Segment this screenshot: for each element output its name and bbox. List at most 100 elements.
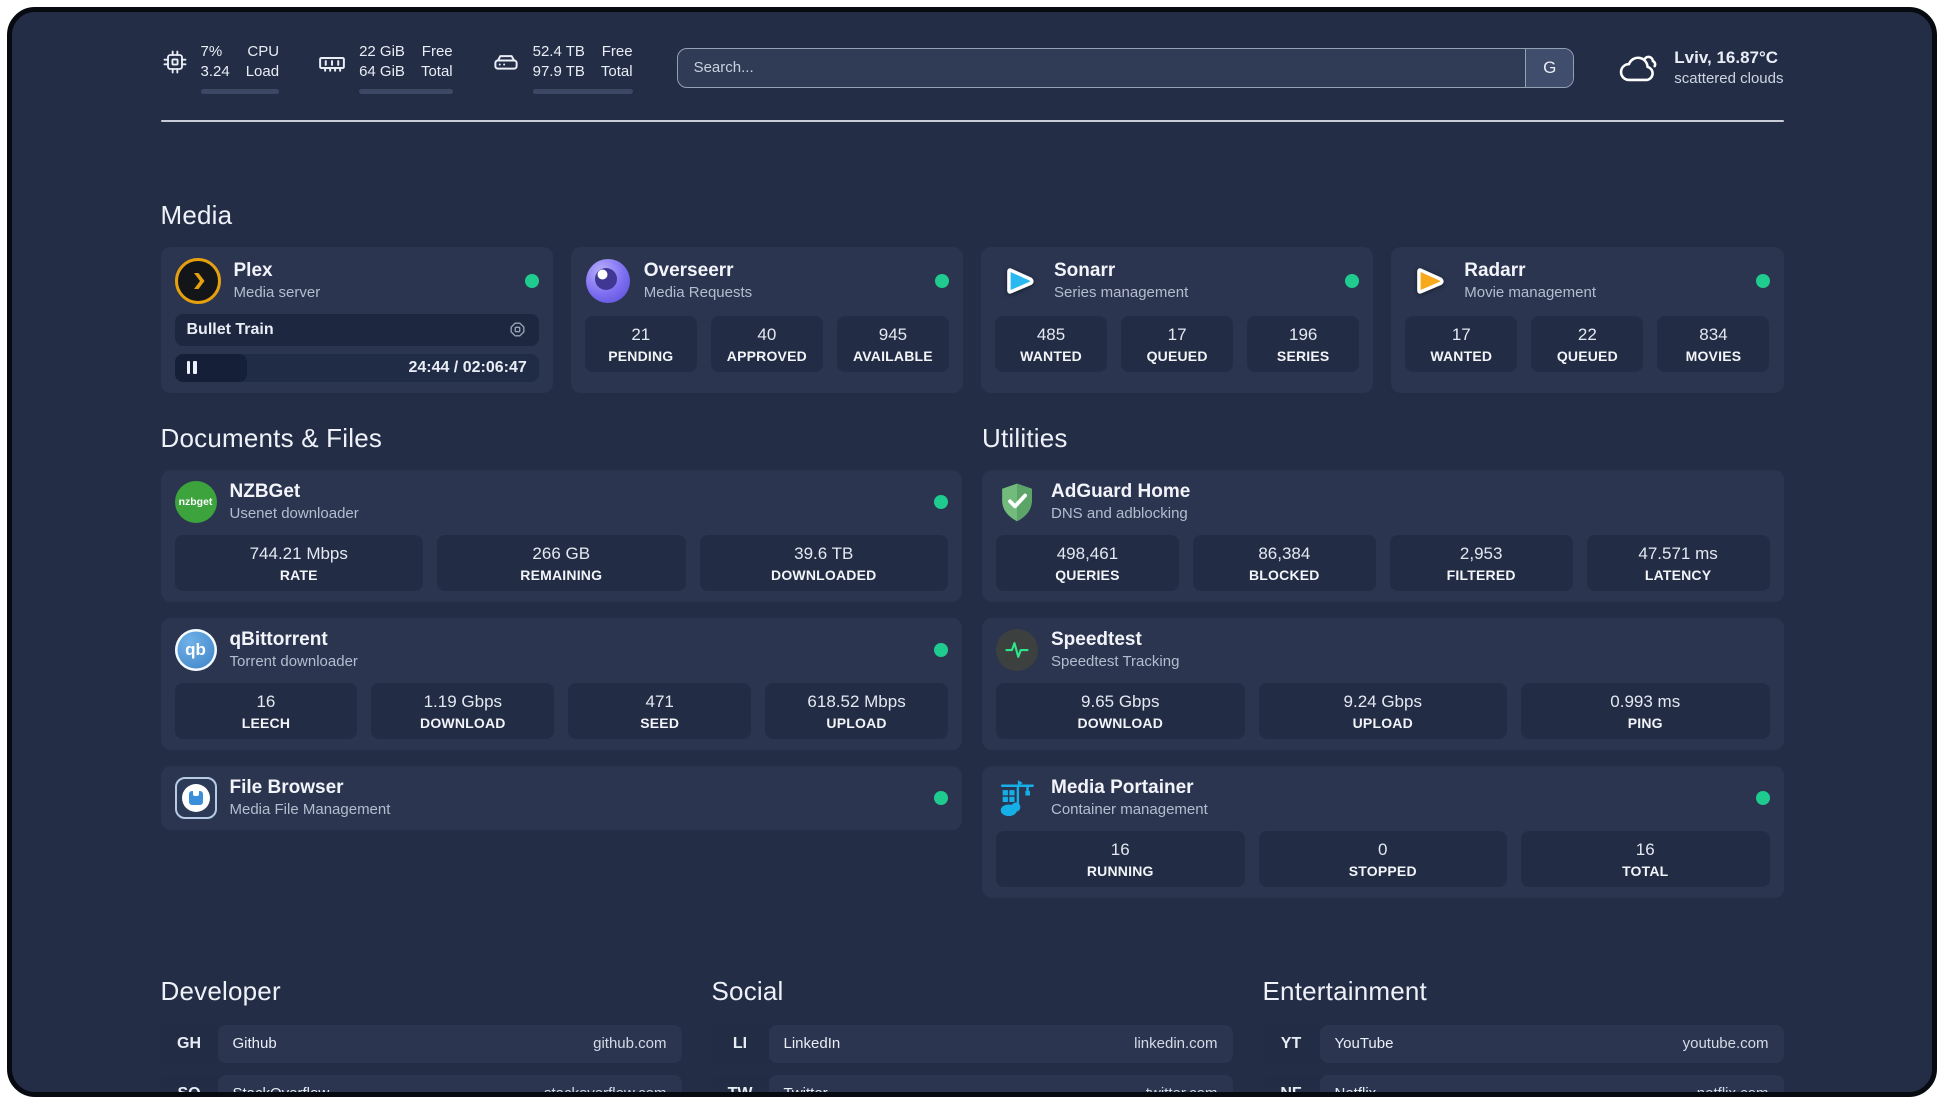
ram-free-value: 22 GiB — [359, 43, 405, 60]
cpu-usage-value: 7% — [200, 43, 223, 60]
nzbget-icon: nzbget — [174, 480, 217, 523]
topbar: 7% 3.24 CPU Load 22 GiB 64 GiB Free Tota… — [161, 42, 1784, 94]
status-dot — [1755, 790, 1770, 805]
ram-progress-bar — [359, 88, 453, 94]
app-name: AdGuard Home — [1051, 481, 1191, 502]
weather-condition: scattered clouds — [1674, 70, 1784, 88]
app-card-adguard[interactable]: AdGuard Home DNS and adblocking 498,461 … — [982, 469, 1784, 602]
weather-location: Lviv, 16.87°C — [1674, 48, 1779, 68]
app-name: NZBGet — [229, 481, 301, 502]
ram-free-label: Free — [421, 43, 453, 60]
disk-free-label: Free — [601, 43, 633, 60]
cpu-widget: 7% 3.24 CPU Load — [161, 42, 280, 94]
search-engine-button[interactable]: G — [1525, 48, 1574, 87]
disk-free-value: 52.4 TB — [532, 43, 585, 60]
app-name: Media Portainer — [1051, 777, 1194, 798]
stat-box: 266 GB REMAINING — [437, 534, 686, 591]
app-desc: Usenet downloader — [229, 505, 359, 522]
cpu-icon — [161, 48, 189, 76]
app-desc: Media File Management — [229, 801, 391, 818]
app-desc: Container management — [1051, 801, 1208, 818]
status-dot — [524, 273, 539, 288]
filebrowser-icon — [174, 776, 217, 819]
cloud-icon — [1616, 46, 1660, 90]
section-title-developer: Developer — [160, 975, 281, 1006]
bookmark-group-entertainment: Entertainment YT YouTube youtube.com NF … — [1262, 976, 1784, 1092]
stat-box: 9.24 Gbps UPLOAD — [1258, 682, 1507, 739]
weather-widget: Lviv, 16.87°C scattered clouds — [1616, 46, 1784, 90]
bookmark-github[interactable]: GH Github github.com — [160, 1024, 682, 1063]
stat-box: 0.993 ms PING — [1521, 682, 1770, 739]
playback-elapsed — [174, 353, 248, 382]
stat-box: 1.19 Gbps DOWNLOAD — [371, 682, 555, 739]
stat-box: 22 QUEUED — [1531, 315, 1644, 372]
app-card-qbittorrent[interactable]: qb qBittorrent Torrent downloader 16 LEE… — [160, 617, 962, 750]
bookmark-youtube[interactable]: YT YouTube youtube.com — [1262, 1024, 1784, 1063]
dashboard-window: 7% 3.24 CPU Load 22 GiB 64 GiB Free Tota… — [7, 7, 1937, 1097]
plex-icon — [174, 257, 221, 304]
app-card-filebrowser[interactable]: File Browser Media File Management — [160, 765, 962, 830]
bookmark-twitter[interactable]: TW Twitter twitter.com — [711, 1074, 1233, 1092]
bookmark-netflix[interactable]: NF Netflix netflix.com — [1262, 1074, 1784, 1092]
app-card-radarr[interactable]: Radarr Movie management 17 WANTED 22 QUE… — [1391, 246, 1784, 393]
app-name: Plex — [233, 260, 273, 281]
stat-box: 16 TOTAL — [1521, 830, 1770, 887]
stat-box: 86,384 BLOCKED — [1192, 534, 1376, 591]
playback-progress-bar: 24:44 / 02:06:47 — [174, 353, 539, 382]
ram-total-value: 64 GiB — [359, 63, 405, 81]
disk-widget: 52.4 TB 97.9 TB Free Total — [491, 42, 633, 94]
adguard-icon — [996, 481, 1038, 523]
stat-box: 39.6 TB DOWNLOADED — [699, 534, 948, 591]
app-card-portainer[interactable]: Media Portainer Container management 16 … — [982, 765, 1784, 898]
stat-box: 16 LEECH — [174, 682, 358, 739]
stat-box: 196 SERIES — [1247, 315, 1360, 372]
pause-icon[interactable] — [186, 361, 197, 374]
search-bar: G — [676, 47, 1575, 88]
disk-icon — [491, 48, 521, 78]
section-title-media: Media — [160, 199, 233, 230]
bookmark-group-developer: Developer GH Github github.com SO StackO… — [160, 975, 682, 1092]
bookmark-stackoverflow[interactable]: SO StackOverflow stackoverflow.com — [160, 1074, 682, 1092]
app-card-speedtest[interactable]: Speedtest Speedtest Tracking 9.65 Gbps D… — [982, 617, 1784, 750]
stat-box: 744.21 Mbps RATE — [174, 534, 423, 591]
status-dot — [935, 273, 949, 288]
app-name: Sonarr — [1054, 260, 1116, 281]
app-desc: DNS and adblocking — [1051, 505, 1188, 522]
bookmark-group-social: Social LI LinkedIn linkedin.com TW Twitt… — [711, 975, 1233, 1092]
app-card-nzbget[interactable]: nzbget NZBGet Usenet downloader 744.21 M… — [160, 469, 962, 602]
app-desc: Media Requests — [643, 284, 753, 301]
status-dot — [1755, 273, 1770, 288]
app-card-overseerr[interactable]: Overseerr Media Requests 21 PENDING 40 A… — [570, 246, 963, 393]
app-desc: Movie management — [1464, 284, 1596, 301]
stat-box: 485 WANTED — [995, 315, 1108, 372]
app-desc: Speedtest Tracking — [1051, 653, 1180, 670]
ram-icon — [317, 48, 347, 78]
now-playing-title: Bullet Train — [186, 320, 274, 338]
app-name: Radarr — [1464, 260, 1526, 281]
stat-box: 17 WANTED — [1405, 315, 1518, 372]
overseerr-icon — [585, 258, 631, 304]
search-input[interactable] — [677, 48, 1526, 87]
section-title-documents: Documents & Files — [160, 422, 383, 453]
app-name: File Browser — [229, 777, 344, 798]
bookmark-linkedin[interactable]: LI LinkedIn linkedin.com — [711, 1024, 1233, 1063]
header-divider — [160, 119, 1784, 122]
cpu-label: CPU — [247, 43, 280, 60]
cpu-load-value: 3.24 — [200, 63, 230, 81]
radarr-icon — [1405, 258, 1451, 304]
app-name: Overseerr — [643, 260, 734, 281]
app-desc: Torrent downloader — [229, 653, 358, 670]
status-dot — [934, 642, 948, 657]
app-card-plex[interactable]: Plex Media server Bullet Train 24:44 / 0… — [160, 246, 553, 393]
stat-box: 945 AVAILABLE — [836, 315, 949, 372]
stat-box: 21 PENDING — [584, 315, 697, 372]
stat-box: 498,461 QUERIES — [996, 534, 1179, 591]
app-card-sonarr[interactable]: Sonarr Series management 485 WANTED 17 Q… — [981, 246, 1374, 393]
video-session-icon — [508, 320, 527, 339]
stat-box: 17 QUEUED — [1121, 315, 1234, 372]
stat-box: 2,953 FILTERED — [1389, 534, 1573, 591]
stat-box: 834 MOVIES — [1657, 315, 1770, 372]
stat-box: 471 SEED — [568, 682, 752, 739]
status-dot — [934, 790, 948, 805]
section-title-social: Social — [711, 975, 784, 1006]
